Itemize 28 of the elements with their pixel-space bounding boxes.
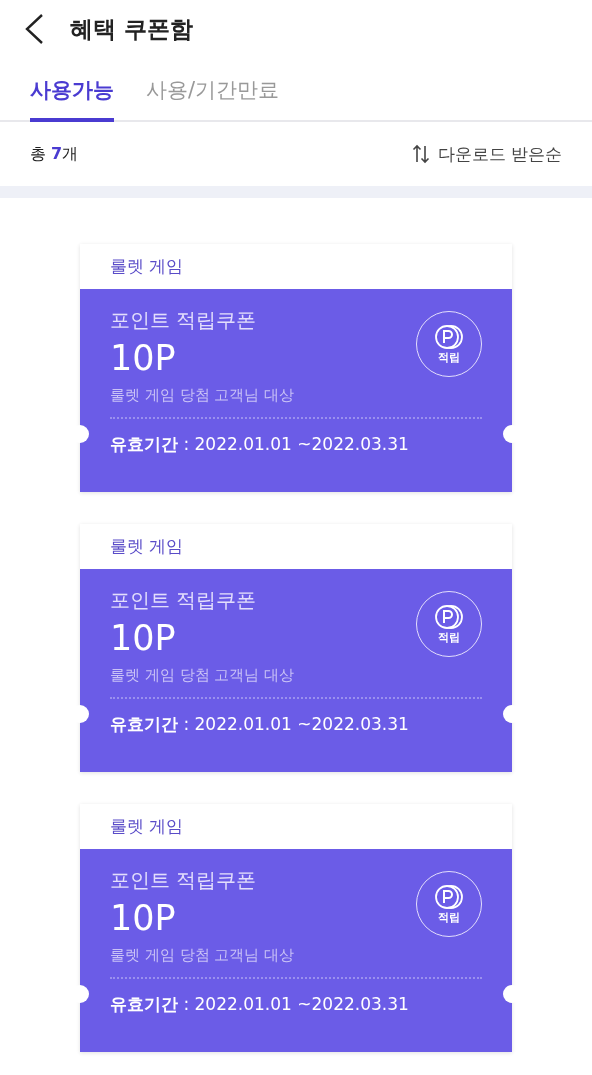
- validity-period: 유효기간 : 2022.01.01 ~2022.03.31: [110, 433, 410, 456]
- coupon-category: 룰렛 게임: [110, 815, 184, 838]
- badge-label: 적립: [438, 909, 460, 925]
- sort-button[interactable]: 다운로드 받은순: [411, 142, 562, 166]
- coupon-condition: 룰렛 게임 당첨 고객님 대상: [110, 946, 295, 965]
- badge-label: 적립: [438, 349, 460, 365]
- coupon-name: 포인트 적립쿠폰: [110, 867, 258, 894]
- coin-icon: [434, 883, 464, 910]
- page-title: 혜택 쿠폰함: [70, 14, 193, 44]
- tab[interactable]: 사용가능: [30, 76, 114, 122]
- badge-label: 적립: [438, 629, 460, 645]
- tab[interactable]: 사용/기간만료: [146, 76, 280, 122]
- validity-period: 유효기간 : 2022.01.01 ~2022.03.31: [110, 993, 410, 1016]
- coin-icon: [434, 603, 464, 630]
- coupon-category: 룰렛 게임: [110, 535, 184, 558]
- sort-icon: [411, 144, 430, 164]
- coupon-amount: 10P: [110, 618, 177, 658]
- validity-period: 유효기간 : 2022.01.01 ~2022.03.31: [110, 713, 410, 736]
- coupon-condition: 룰렛 게임 당첨 고객님 대상: [110, 666, 295, 685]
- coupon-amount: 10P: [110, 338, 177, 378]
- coupon-name: 포인트 적립쿠폰: [110, 587, 258, 614]
- coupon-amount: 10P: [110, 898, 177, 938]
- coupon-category: 룰렛 게임: [110, 255, 184, 278]
- back-icon[interactable]: [24, 13, 44, 45]
- total-count: 총 7개: [30, 143, 79, 165]
- coupon-name: 포인트 적립쿠폰: [110, 307, 258, 334]
- coupon-condition: 룰렛 게임 당첨 고객님 대상: [110, 386, 295, 405]
- coin-icon: [434, 323, 464, 350]
